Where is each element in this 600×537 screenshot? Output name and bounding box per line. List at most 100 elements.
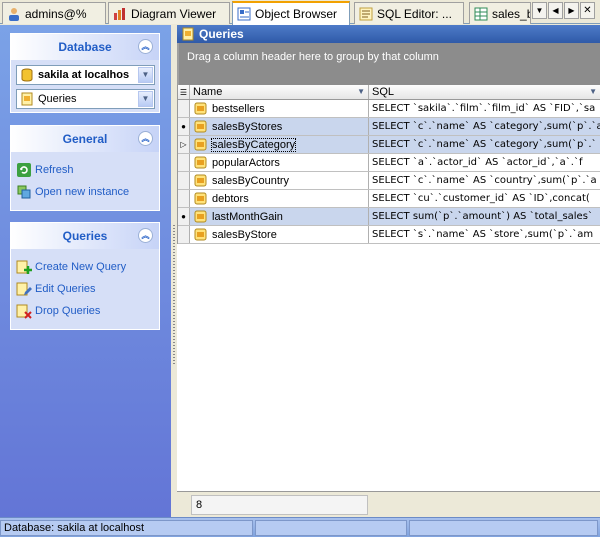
tab-sql-editor[interactable]: SQL Editor: ... (354, 2, 464, 24)
query-name-cell[interactable]: salesByCountry (190, 172, 369, 189)
query-name-cell[interactable]: salesByCategory (190, 136, 369, 153)
query-icon (194, 210, 207, 223)
status-panel-3 (409, 520, 598, 536)
collapse-icon[interactable]: ︽ (138, 131, 153, 146)
object-type-combo[interactable]: Queries ▼ (16, 89, 155, 109)
edit-queries-link[interactable]: Edit Queries (16, 281, 96, 297)
query-sql-cell[interactable]: SELECT `c`.`name` AS `category`,sum(`p`.… (369, 118, 600, 135)
query-icon (194, 120, 207, 133)
row-indicator[interactable] (178, 100, 190, 117)
query-icon (194, 138, 207, 151)
create-query-icon (16, 259, 32, 275)
tab-scroll-right-button[interactable]: ▶ (564, 2, 579, 19)
row-count-summary: 8 (191, 495, 368, 515)
refresh-link[interactable]: Refresh (16, 162, 74, 178)
query-name: lastMonthGain (212, 210, 283, 223)
query-sql-cell[interactable]: SELECT `s`.`name` AS `store`,sum(`p`.`am (369, 226, 600, 243)
table-row[interactable]: popularActors SELECT `a`.`actor_id` AS `… (178, 154, 600, 172)
tab-label: sales_b (492, 6, 531, 21)
query-sql: SELECT `c`.`name` AS `category`,sum(`p`.… (372, 139, 597, 150)
query-name-cell[interactable]: salesByStores (190, 118, 369, 135)
query-icon (194, 156, 207, 169)
table-row[interactable]: salesByCountry SELECT `c`.`name` AS `cou… (178, 172, 600, 190)
table-row[interactable]: ● salesByStores SELECT `c`.`name` AS `ca… (178, 118, 600, 136)
object-browser-icon (237, 7, 251, 21)
document-tab-bar: admins@% Diagram Viewer Object Browser S… (0, 0, 600, 25)
tab-diagram-viewer[interactable]: Diagram Viewer (108, 2, 230, 24)
query-sql-cell[interactable]: SELECT `c`.`name` AS `country`,sum(`p`.`… (369, 172, 600, 189)
query-sql: SELECT `c`.`name` AS `country`,sum(`p`.`… (372, 175, 597, 186)
query-sql-cell[interactable]: SELECT `cu`.`customer_id` AS `ID`,concat… (369, 190, 600, 207)
query-sql-cell[interactable]: SELECT `a`.`actor_id` AS `actor_id`,`a`.… (369, 154, 600, 171)
arrow-right-icon: ▶ (568, 6, 575, 15)
query-icon (194, 174, 207, 187)
chevron-down-icon[interactable]: ▼ (138, 67, 153, 83)
tab-object-browser[interactable]: Object Browser (232, 1, 350, 25)
user-icon (7, 7, 21, 21)
database-group-header[interactable]: Database ︽ (11, 34, 159, 60)
queries-grid: ☰ Name ▼ SQL ▼ bestsellers SELECT `sakil… (177, 85, 600, 244)
drop-query-icon (16, 303, 32, 319)
row-indicator[interactable]: ▷ (178, 136, 190, 153)
database-combo-value: sakila at localhos (38, 69, 130, 81)
table-row[interactable]: salesByStore SELECT `s`.`name` AS `store… (178, 226, 600, 244)
tab-label: admins@% (25, 6, 87, 21)
query-name-cell[interactable]: salesByStore (190, 226, 369, 243)
row-indicator[interactable] (178, 172, 190, 189)
table-row[interactable]: ● lastMonthGain SELECT sum(`p`.`amount`)… (178, 208, 600, 226)
table-row[interactable]: debtors SELECT `cu`.`customer_id` AS `ID… (178, 190, 600, 208)
query-icon (194, 228, 207, 241)
drop-queries-link[interactable]: Drop Queries (16, 303, 100, 319)
query-name-cell[interactable]: debtors (190, 190, 369, 207)
group-by-hint: Drag a column header here to group by th… (187, 51, 439, 63)
current-row-arrow-icon: ▷ (180, 140, 187, 149)
query-sql: SELECT `a`.`actor_id` AS `actor_id`,`a`.… (372, 157, 583, 168)
close-icon: ✕ (583, 5, 592, 16)
navigation-pane: Database ︽ sakila at localhos ▼ Queries … (0, 25, 171, 517)
status-bar: Database: sakila at localhost (0, 517, 600, 537)
query-sql: SELECT `sakila`.`film`.`film_id` AS `FID… (372, 103, 596, 114)
query-name-cell[interactable]: lastMonthGain (190, 208, 369, 225)
link-label: Edit Queries (35, 283, 96, 295)
open-new-instance-link[interactable]: Open new instance (16, 184, 129, 200)
row-indicator[interactable]: ● (178, 118, 190, 135)
query-name: salesByStores (212, 120, 283, 133)
create-new-query-link[interactable]: Create New Query (16, 259, 126, 275)
filter-dropdown-icon[interactable]: ▼ (589, 87, 597, 96)
table-row[interactable]: ▷ salesByCategory SELECT `c`.`name` AS `… (178, 136, 600, 154)
queries-group-header[interactable]: Queries ︽ (11, 223, 159, 249)
query-sql: SELECT `s`.`name` AS `store`,sum(`p`.`am (372, 229, 594, 240)
row-indicator[interactable] (178, 154, 190, 171)
grid-footer: 8 (177, 491, 600, 517)
query-sql-cell[interactable]: SELECT `c`.`name` AS `category`,sum(`p`.… (369, 136, 600, 153)
link-label: Drop Queries (35, 305, 101, 317)
link-label: Refresh (35, 164, 74, 176)
query-name: debtors (212, 192, 249, 205)
query-name-cell[interactable]: popularActors (190, 154, 369, 171)
collapse-icon[interactable]: ︽ (138, 228, 153, 243)
query-sql-cell[interactable]: SELECT `sakila`.`film`.`film_id` AS `FID… (369, 100, 600, 117)
row-indicator[interactable]: ● (178, 208, 190, 225)
query-sql-cell[interactable]: SELECT sum(`p`.`amount`) AS `total_sales… (369, 208, 600, 225)
tab-list-dropdown-button[interactable]: ▼ (532, 2, 547, 19)
close-tab-button[interactable]: ✕ (580, 2, 595, 19)
general-group-header[interactable]: General ︽ (11, 126, 159, 152)
row-indicator[interactable] (178, 190, 190, 207)
column-chooser-icon[interactable]: ☰ (178, 85, 190, 99)
group-by-area[interactable]: Drag a column header here to group by th… (177, 43, 600, 85)
tab-scroll-left-button[interactable]: ◀ (548, 2, 563, 19)
status-panel-2 (255, 520, 407, 536)
column-header-sql[interactable]: SQL ▼ (369, 85, 600, 99)
tab-admins[interactable]: admins@% (2, 2, 106, 24)
table-row[interactable]: bestsellers SELECT `sakila`.`film`.`film… (178, 100, 600, 118)
chevron-down-icon[interactable]: ▼ (138, 91, 153, 107)
row-indicator[interactable] (178, 226, 190, 243)
query-name-cell[interactable]: bestsellers (190, 100, 369, 117)
query-sql: SELECT sum(`p`.`amount`) AS `total_sales… (372, 211, 593, 222)
column-header-name[interactable]: Name ▼ (190, 85, 369, 99)
panel-header: Queries (177, 25, 600, 43)
tab-sales[interactable]: sales_b (469, 2, 531, 24)
collapse-icon[interactable]: ︽ (138, 39, 153, 54)
filter-dropdown-icon[interactable]: ▼ (357, 87, 365, 96)
database-combo[interactable]: sakila at localhos ▼ (16, 65, 155, 85)
